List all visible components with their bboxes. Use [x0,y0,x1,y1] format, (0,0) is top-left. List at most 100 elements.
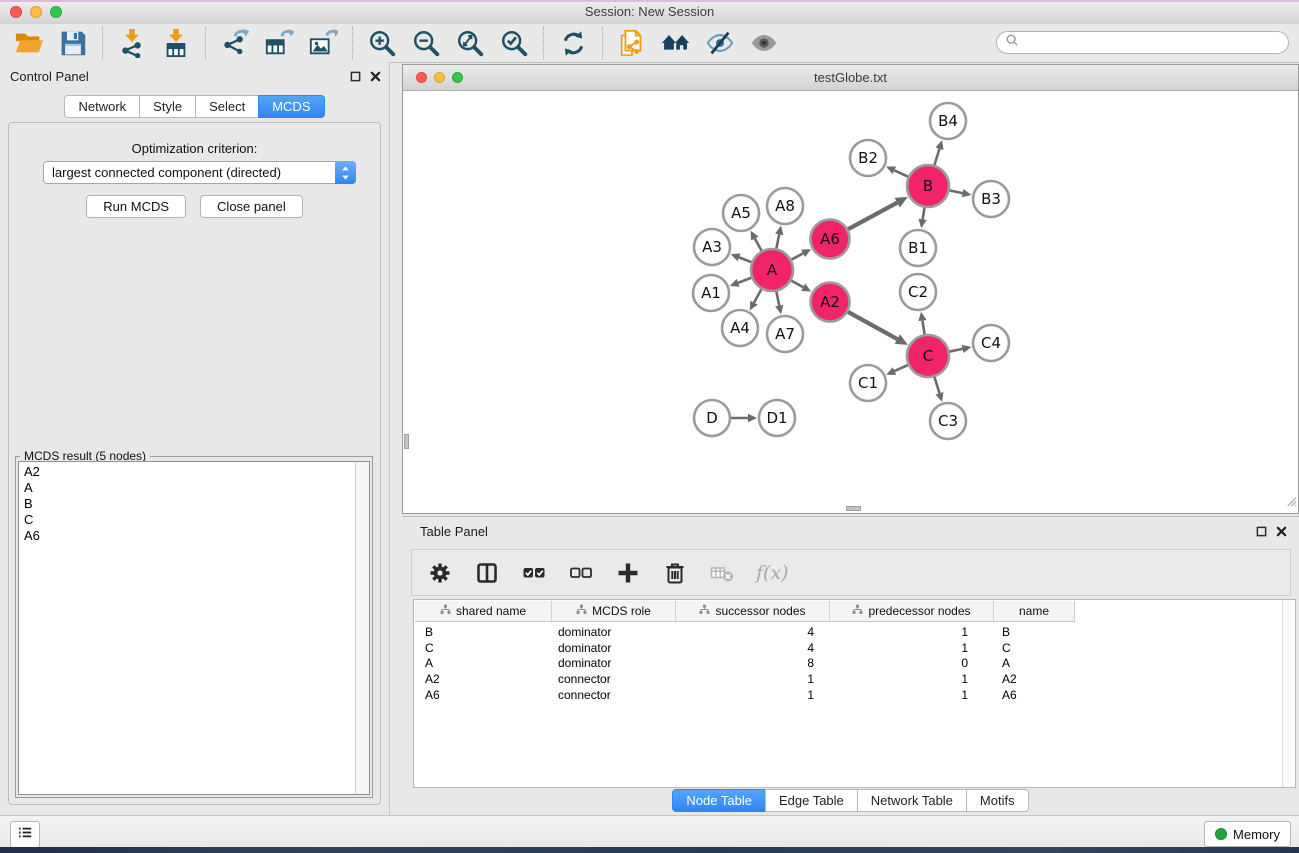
zoom-selected-button[interactable] [498,27,530,59]
graph-node-A1[interactable]: A1 [693,275,729,311]
tab-edge-table[interactable]: Edge Table [765,789,858,812]
graph-edge-B-B3[interactable] [950,190,963,193]
graph-node-C1[interactable]: C1 [850,365,886,401]
column-header-shared-name[interactable]: shared name [415,601,552,622]
graph-edge-A2-C[interactable] [848,312,897,339]
tab-network-table[interactable]: Network Table [857,789,967,812]
tab-style[interactable]: Style [139,95,196,118]
float-table-panel-icon[interactable] [1256,524,1267,542]
graph-edge-B-B2[interactable] [894,170,908,176]
network-canvas[interactable]: AA1A2A3A4A5A6A7A8BB1B2B3B4CC1C2C3C4DD1 [403,91,1298,513]
apply-layout-button[interactable] [557,27,589,59]
network-window-titlebar[interactable]: testGlobe.txt [403,65,1298,91]
mcds-result-item[interactable]: B [19,496,369,512]
graph-edge-A-A3[interactable] [739,257,751,262]
graph-node-C4[interactable]: C4 [973,325,1009,361]
graph-edge-B-B4[interactable] [934,149,939,165]
hide-selected-button[interactable] [704,27,736,59]
show-all-button[interactable] [748,27,780,59]
column-header-mcds-role[interactable]: MCDS role [552,601,676,622]
task-history-button[interactable] [10,821,40,848]
optimization-criterion-dropdown[interactable]: largest connected component (directed) [43,161,356,184]
graph-edge-A-A8[interactable] [776,234,779,248]
graph-edge-C-C3[interactable] [934,377,939,393]
graph-node-A4[interactable]: A4 [722,310,758,346]
export-network-button[interactable] [219,27,251,59]
float-panel-icon[interactable] [350,69,361,87]
graph-node-A6[interactable]: A6 [811,220,850,259]
close-panel-button[interactable]: Close panel [200,195,303,218]
new-network-from-selection-button[interactable] [616,27,648,59]
export-image-button[interactable] [307,27,339,59]
bottom-splitter-handle[interactable] [846,506,861,511]
table-row-A6[interactable]: A6connector11A6 [415,687,1281,703]
mcds-result-item[interactable]: A [19,480,369,496]
zoom-fit-button[interactable] [454,27,486,59]
save-session-button[interactable] [57,27,89,59]
result-list-scrollbar[interactable] [355,462,369,794]
graph-node-C2[interactable]: C2 [900,274,936,310]
graph-edge-A-A4[interactable] [754,289,761,302]
graph-edge-A-A5[interactable] [755,238,762,250]
graph-edge-B-B1[interactable] [923,208,925,220]
tab-mcds[interactable]: MCDS [258,95,324,118]
table-row-A2[interactable]: A2connector11A2 [415,671,1281,687]
table-row-A[interactable]: Adominator80A [415,655,1281,671]
search-box[interactable] [996,31,1289,54]
column-header-name[interactable]: name [994,601,1075,622]
left-splitter-handle[interactable] [404,434,409,449]
search-input[interactable] [1024,35,1280,51]
graph-node-B3[interactable]: B3 [973,181,1009,217]
delete-table-button[interactable] [709,560,735,586]
tab-network[interactable]: Network [64,95,140,118]
graph-node-C3[interactable]: C3 [930,403,966,439]
graph-edge-A-A7[interactable] [776,292,779,306]
delete-column-button[interactable] [662,560,688,586]
close-panel-icon[interactable] [370,69,381,87]
graph-edge-A6-B[interactable] [848,203,897,230]
function-builder-button[interactable]: f(x) [756,562,789,584]
memory-button[interactable]: Memory [1204,821,1291,847]
show-overview-button[interactable] [660,27,692,59]
table-row-C[interactable]: Cdominator41C [415,640,1281,656]
tab-node-table[interactable]: Node Table [672,789,766,812]
mcds-result-item[interactable]: C [19,512,369,528]
graph-edge-A-A6[interactable] [791,253,803,259]
graph-node-D1[interactable]: D1 [759,400,795,436]
graph-node-A[interactable]: A [751,249,793,291]
graph-edge-C-C4[interactable] [950,349,963,352]
export-table-button[interactable] [263,27,295,59]
graph-node-A3[interactable]: A3 [694,229,730,265]
graph-node-B1[interactable]: B1 [900,230,936,266]
mcds-result-item[interactable]: A6 [19,528,369,544]
table-scrollbar[interactable] [1282,600,1295,787]
tab-select[interactable]: Select [195,95,259,118]
graph-node-B[interactable]: B [907,165,949,207]
graph-node-A5[interactable]: A5 [723,195,759,231]
graph-edge-A-A1[interactable] [738,278,751,283]
zoom-out-button[interactable] [410,27,442,59]
table-settings-button[interactable] [427,560,453,586]
graph-node-C[interactable]: C [907,335,949,377]
select-all-columns-button[interactable] [521,560,547,586]
zoom-in-button[interactable] [366,27,398,59]
graph-node-B4[interactable]: B4 [930,103,966,139]
graph-edge-C-C1[interactable] [894,365,907,371]
graph-node-B2[interactable]: B2 [850,140,886,176]
graph-edge-A-A2[interactable] [791,281,803,288]
deselect-all-columns-button[interactable] [568,560,594,586]
tab-motifs[interactable]: Motifs [966,789,1029,812]
run-mcds-button[interactable]: Run MCDS [86,195,186,218]
import-network-button[interactable] [116,27,148,59]
graph-node-D[interactable]: D [694,400,730,436]
graph-edge-C-C2[interactable] [922,321,924,335]
column-header-successor-nodes[interactable]: successor nodes [676,601,830,622]
import-table-button[interactable] [160,27,192,59]
mcds-result-item[interactable]: A2 [19,464,369,480]
create-column-button[interactable] [615,560,641,586]
open-session-button[interactable] [13,27,45,59]
column-header-predecessor-nodes[interactable]: predecessor nodes [830,601,994,622]
close-table-panel-icon[interactable] [1276,524,1287,542]
graph-node-A8[interactable]: A8 [767,188,803,224]
table-row-B[interactable]: Bdominator41B [415,624,1281,640]
